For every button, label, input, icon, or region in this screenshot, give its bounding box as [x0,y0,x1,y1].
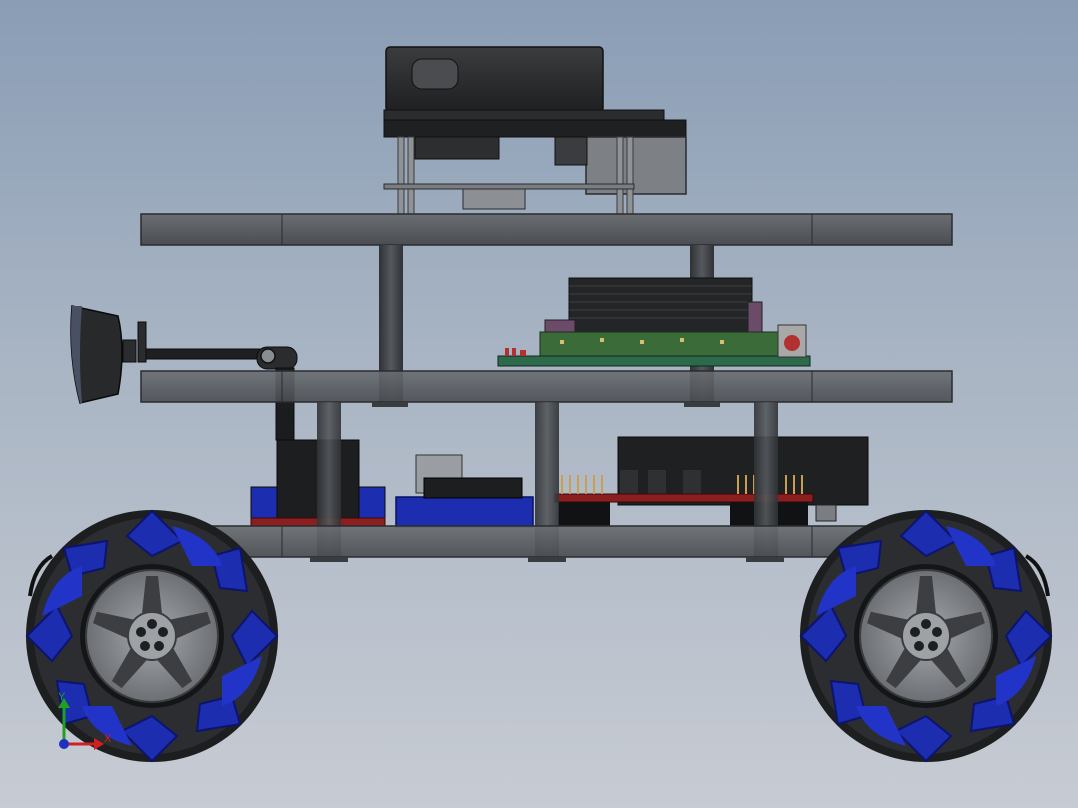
battery-pack [395,454,534,528]
top-plate [140,213,953,246]
compute-module-heatsink [568,277,753,333]
robot-cad-side-view: Y X [25,46,1053,763]
mecanum-wheel-right [799,509,1053,763]
microcontroller-board [554,436,869,526]
middle-plate [140,370,953,407]
lidar-interface-board [383,183,635,210]
triad-x-label: X [104,733,112,745]
triad-y-label: Y [58,691,66,703]
usb-camera [70,305,123,404]
